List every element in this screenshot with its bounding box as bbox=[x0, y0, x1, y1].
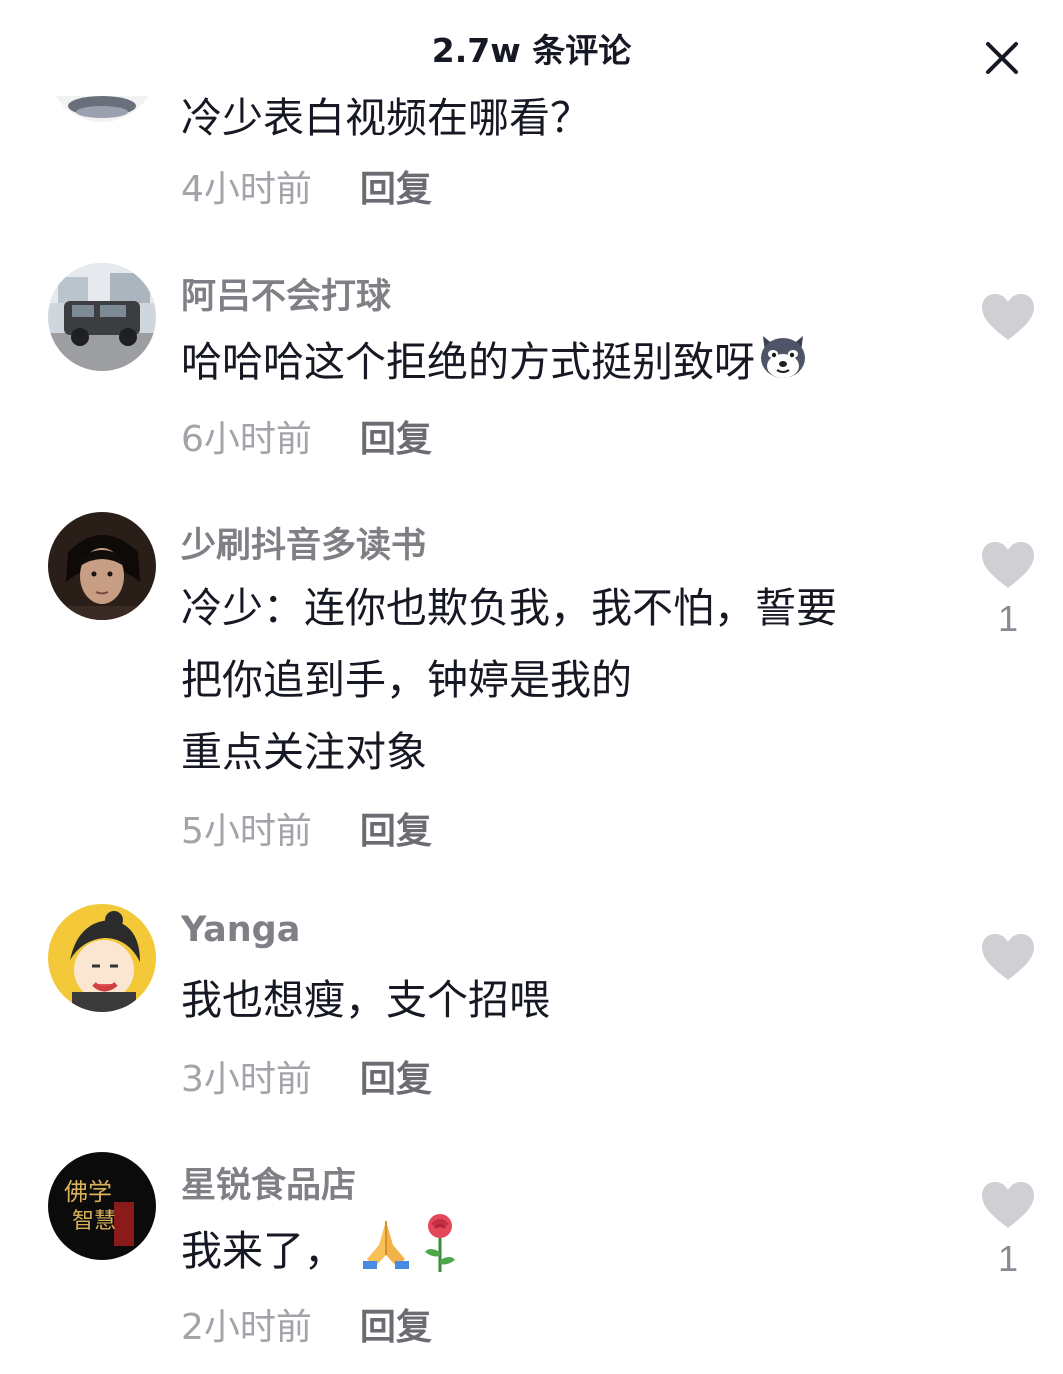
like-button[interactable] bbox=[978, 932, 1038, 990]
comment-meta: 6小时前 回复 bbox=[181, 410, 432, 462]
like-count: 1 bbox=[997, 1238, 1019, 1279]
heart-icon bbox=[980, 542, 1036, 594]
comment-text: 哈哈哈这个拒绝的方式挺别致呀 bbox=[181, 326, 921, 404]
reply-button[interactable]: 回复 bbox=[360, 811, 432, 852]
comment-time: 6小时前 bbox=[181, 419, 312, 460]
heart-icon bbox=[980, 934, 1036, 986]
close-button[interactable] bbox=[982, 38, 1022, 78]
avatar[interactable] bbox=[48, 263, 156, 371]
comment-time: 4小时前 bbox=[181, 169, 312, 210]
comment-text: 我来了， bbox=[181, 1212, 921, 1296]
like-button[interactable]: 1 bbox=[978, 540, 1038, 640]
reply-button[interactable]: 回复 bbox=[360, 419, 432, 460]
dog-face-emoji-icon bbox=[755, 326, 811, 404]
like-count: 1 bbox=[997, 598, 1019, 639]
comment-meta: 4小时前 回复 bbox=[181, 160, 432, 212]
comment-text: 我也想瘦，支个招喂 bbox=[181, 976, 550, 1024]
comment-time: 2小时前 bbox=[181, 1307, 312, 1348]
heart-icon bbox=[980, 1182, 1036, 1234]
comment-text: 冷少：连你也欺负我，我不怕，誓要 把你追到手，钟婷是我的 重点关注对象 bbox=[181, 584, 837, 776]
reply-button[interactable]: 回复 bbox=[360, 1059, 432, 1100]
comment-list[interactable]: 冷少表白视频在哪看？ 4小时前回复 阿吕不会打球 哈哈哈这个拒绝的方式挺别致呀 bbox=[0, 0, 1063, 1374]
comment-meta: 3小时前 回复 bbox=[181, 1050, 432, 1102]
comment-username[interactable]: 少刷抖音多读书 bbox=[181, 517, 426, 568]
avatar-text: 智慧 bbox=[72, 1209, 116, 1234]
close-icon bbox=[982, 42, 1022, 82]
comment-username[interactable]: 阿吕不会打球 bbox=[181, 268, 391, 319]
comment-username[interactable]: Yanga bbox=[181, 910, 300, 950]
comment-count-title: 2.7w 条评论 bbox=[431, 31, 632, 70]
avatar-text: 佛学 bbox=[64, 1178, 112, 1206]
comment-time: 5小时前 bbox=[181, 811, 312, 852]
comment-username[interactable]: 星锐食品店 bbox=[181, 1157, 356, 1208]
avatar[interactable] bbox=[48, 904, 156, 1012]
avatar[interactable] bbox=[48, 512, 156, 620]
folded-hands-emoji-icon bbox=[359, 1215, 413, 1293]
like-button[interactable]: 1 bbox=[978, 1180, 1038, 1280]
reply-button[interactable]: 回复 bbox=[360, 1307, 432, 1348]
comment-meta: 2小时前 回复 bbox=[181, 1298, 432, 1350]
comments-header: 2.7w 条评论 bbox=[0, 0, 1063, 96]
reply-button[interactable]: 回复 bbox=[360, 169, 432, 210]
like-button[interactable] bbox=[978, 292, 1038, 350]
comment-time: 3小时前 bbox=[181, 1059, 312, 1100]
avatar[interactable]: 佛学 智慧 bbox=[48, 1152, 156, 1260]
rose-emoji-icon bbox=[419, 1212, 461, 1296]
heart-icon bbox=[980, 294, 1036, 346]
comment-meta: 5小时前 回复 bbox=[181, 802, 432, 854]
